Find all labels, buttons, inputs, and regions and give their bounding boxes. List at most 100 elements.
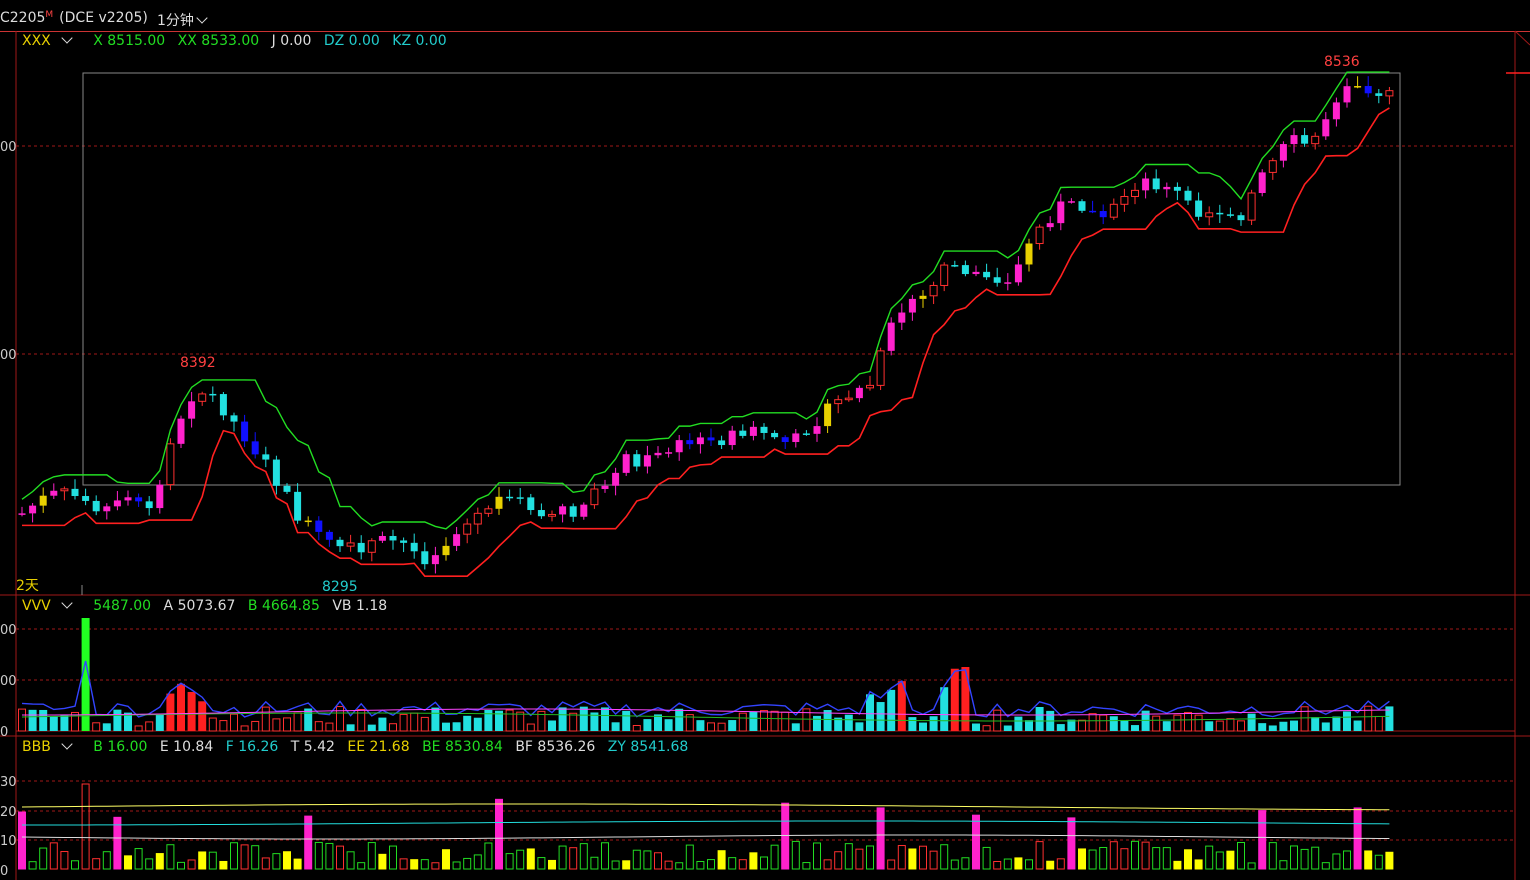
- indicator-bar: [548, 859, 556, 870]
- candle-body: [50, 490, 58, 496]
- candle-body: [506, 496, 514, 499]
- volume-bar: [49, 716, 58, 731]
- volume-bar: [717, 722, 726, 732]
- bottom-value-ee: EE 21.68: [347, 739, 410, 755]
- volume-bar: [420, 716, 429, 732]
- volume-bar: [442, 722, 450, 731]
- indicator-bar: [675, 862, 684, 870]
- candle-body: [1385, 90, 1394, 97]
- indicator-bar: [283, 851, 291, 870]
- candle-body: [1109, 203, 1118, 218]
- volume-bar: [1162, 721, 1171, 731]
- volume-bar: [738, 712, 747, 732]
- indicator-bar: [463, 857, 472, 870]
- volume-bar: [579, 706, 588, 731]
- indicator-bar: [1120, 848, 1129, 870]
- indicator-bar: [336, 845, 344, 870]
- candle-body: [124, 497, 132, 501]
- candle-body: [1025, 243, 1033, 265]
- indicator-bar: [993, 861, 1002, 870]
- candle-body: [188, 401, 196, 419]
- indicator-bar: [1078, 848, 1086, 870]
- volume-bar: [1194, 714, 1203, 732]
- candle-body: [972, 271, 980, 275]
- indicator-bar: [696, 860, 705, 870]
- low-price-label: 8295: [322, 579, 358, 595]
- candle-body: [442, 545, 450, 556]
- indicator-bar: [1374, 854, 1383, 870]
- volume-bar: [866, 694, 874, 731]
- volume-bar: [473, 717, 482, 731]
- indicator-bar: [357, 862, 366, 870]
- indicator-bar: [198, 851, 207, 870]
- indicator-bar: [1215, 851, 1224, 870]
- indicator-bar: [1099, 846, 1108, 870]
- indicator-bar: [897, 845, 906, 870]
- volume-bar: [60, 715, 69, 731]
- indicator-bar: [664, 860, 673, 870]
- indicator-bar: [1311, 846, 1320, 870]
- candle-body: [1332, 102, 1340, 120]
- candle-body: [431, 555, 439, 565]
- volume-bar: [887, 689, 896, 731]
- volume-bar: [1056, 724, 1065, 731]
- candle-body: [230, 415, 238, 422]
- volume-bar: [219, 720, 228, 732]
- volume-bar: [982, 725, 991, 732]
- candle-body: [792, 433, 800, 443]
- indicator-bar: [516, 849, 525, 870]
- volume-bar: [1025, 720, 1033, 731]
- indicator-bar: [1014, 857, 1023, 870]
- candle-body: [919, 295, 927, 299]
- volume-bar: [908, 717, 917, 731]
- volume-bar: [1120, 720, 1129, 731]
- volume-bar: [1088, 713, 1097, 732]
- indicator-bar: [632, 849, 641, 870]
- volume-bar: [1099, 714, 1108, 732]
- main-indicator-legend: XXX X 8515.00 XX 8533.00 J 0.00 DZ 0.00 …: [22, 32, 455, 49]
- indicator-bar: [1205, 845, 1214, 870]
- candle-body: [1195, 200, 1203, 217]
- bottom-line-cyan: [21, 820, 1390, 826]
- volume-bar: [39, 709, 48, 731]
- volume-indicator-selector[interactable]: VVV: [22, 597, 79, 614]
- indicator-bar: [28, 861, 37, 870]
- indicator-bar: [272, 853, 281, 870]
- candle-body: [60, 488, 69, 492]
- indicator-bar: [908, 848, 917, 870]
- volume-bar: [622, 710, 631, 731]
- indicator-bar: [961, 857, 970, 870]
- indicator-bar: [155, 853, 164, 870]
- volume-bar: [378, 717, 387, 731]
- volume-bar: [198, 701, 207, 731]
- volume-bar: [1332, 716, 1341, 731]
- volume-bar: [240, 725, 249, 732]
- candle-body: [1089, 210, 1097, 213]
- candle-body: [198, 393, 207, 402]
- volume-bar: [1014, 716, 1023, 731]
- volume-bar: [813, 715, 821, 731]
- candle-body: [1035, 226, 1044, 245]
- volume-indicator-name: VVV: [22, 598, 51, 614]
- candle-body: [1120, 195, 1129, 205]
- candle-body: [389, 536, 397, 541]
- main-indicator-selector[interactable]: XXX: [22, 32, 79, 49]
- volume-bar: [1237, 720, 1245, 732]
- main-value-x: X 8515.00: [93, 33, 166, 49]
- candle-body: [410, 542, 418, 552]
- candle-body: [378, 536, 386, 541]
- candle-body: [601, 485, 609, 490]
- bottom-value-bf: BF 8536.26: [515, 739, 596, 755]
- candle-body: [156, 484, 164, 509]
- bottom-indicator-selector[interactable]: BBB: [22, 738, 79, 755]
- indicator-bar: [71, 860, 79, 870]
- candle-body: [1375, 93, 1383, 96]
- candle-body: [633, 454, 641, 467]
- volume-bar: [1215, 720, 1224, 732]
- indicator-bar: [1279, 860, 1288, 870]
- indicator-bar: [378, 853, 387, 870]
- indicator-bar: [18, 811, 26, 870]
- main-y-tick: 00: [0, 140, 17, 155]
- volume-bar: [177, 683, 185, 731]
- candle-body: [283, 485, 291, 492]
